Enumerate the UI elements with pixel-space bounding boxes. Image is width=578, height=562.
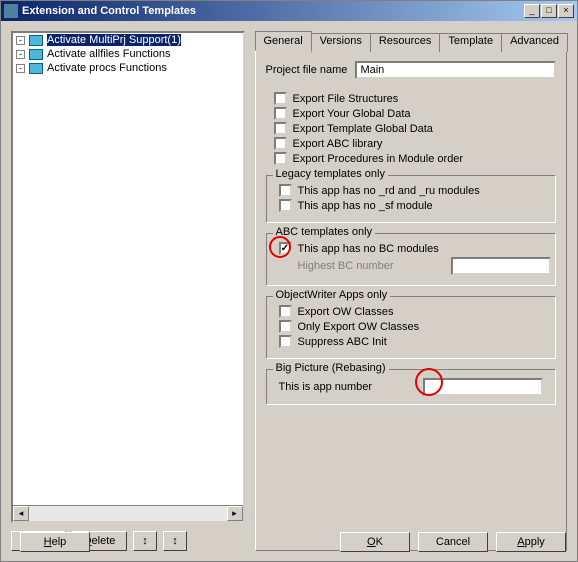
export-template-global-checkbox[interactable] <box>274 122 287 135</box>
template-tree[interactable]: - Activate MultiPrj Support(1) - Activat… <box>11 31 245 523</box>
tab-panel-general: Project file name Export File Structures… <box>255 51 568 551</box>
maximize-button[interactable]: □ <box>541 4 557 18</box>
checkbox-label: Suppress ABC Init <box>298 336 387 348</box>
checkbox-label: This app has no _sf module <box>298 200 433 212</box>
template-icon <box>29 63 43 74</box>
app-number-input[interactable] <box>423 378 543 396</box>
tree-item[interactable]: - Activate MultiPrj Support(1) <box>13 33 243 47</box>
legacy-legend: Legacy templates only <box>273 168 388 180</box>
objectwriter-fieldset: ObjectWriter Apps only Export OW Classes… <box>266 296 557 359</box>
abc-legend: ABC templates only <box>273 226 376 238</box>
project-file-label: Project file name <box>266 64 348 76</box>
scroll-right-button[interactable]: ▸ <box>227 506 243 521</box>
checkbox-label: Export OW Classes <box>298 306 394 318</box>
ok-button[interactable]: OK <box>340 532 410 552</box>
template-icon <box>29 35 43 46</box>
big-picture-legend: Big Picture (Rebasing) <box>273 362 389 374</box>
checkbox-label: Only Export OW Classes <box>298 321 420 333</box>
no-bc-modules-checkbox[interactable] <box>279 242 292 255</box>
dialog-window: Extension and Control Templates _ □ × - … <box>0 0 578 562</box>
titlebar-text: Extension and Control Templates <box>22 5 524 17</box>
abc-fieldset: ABC templates only This app has no BC mo… <box>266 233 557 286</box>
checkbox-label: Export ABC library <box>293 138 383 150</box>
tab-resources[interactable]: Resources <box>370 33 441 52</box>
scroll-left-button[interactable]: ◂ <box>13 506 29 521</box>
checkbox-label: Export Template Global Data <box>293 123 433 135</box>
expand-icon[interactable]: - <box>16 50 25 59</box>
highest-bc-input <box>451 257 551 275</box>
help-button[interactable]: Help <box>20 532 90 552</box>
expand-icon[interactable]: - <box>16 36 25 45</box>
tree-item-label: Activate allfiles Functions <box>47 48 171 60</box>
highest-bc-label: Highest BC number <box>298 260 394 272</box>
export-global-data-checkbox[interactable] <box>274 107 287 120</box>
titlebar: Extension and Control Templates _ □ × <box>1 1 577 21</box>
tree-item[interactable]: - Activate procs Functions <box>13 61 243 75</box>
horizontal-scrollbar[interactable]: ◂ ▸ <box>13 505 243 521</box>
close-button[interactable]: × <box>558 4 574 18</box>
big-picture-fieldset: Big Picture (Rebasing) This is app numbe… <box>266 369 557 405</box>
tree-item[interactable]: - Activate allfiles Functions <box>13 47 243 61</box>
apply-button[interactable]: Apply <box>496 532 566 552</box>
expand-icon[interactable]: - <box>16 64 25 73</box>
tree-item-label: Activate procs Functions <box>47 62 167 74</box>
legacy-fieldset: Legacy templates only This app has no _r… <box>266 175 557 223</box>
checkbox-label: This app has no BC modules <box>298 243 439 255</box>
tab-template[interactable]: Template <box>439 33 502 52</box>
checkbox-label: Export File Structures <box>293 93 399 105</box>
no-sf-checkbox[interactable] <box>279 199 292 212</box>
export-procedures-checkbox[interactable] <box>274 152 287 165</box>
suppress-abc-checkbox[interactable] <box>279 335 292 348</box>
tab-versions[interactable]: Versions <box>311 33 371 52</box>
app-number-label: This is app number <box>279 381 373 393</box>
checkbox-label: This app has no _rd and _ru modules <box>298 185 480 197</box>
ow-legend: ObjectWriter Apps only <box>273 289 391 301</box>
export-abc-library-checkbox[interactable] <box>274 137 287 150</box>
only-ow-checkbox[interactable] <box>279 320 292 333</box>
tab-advanced[interactable]: Advanced <box>501 33 568 52</box>
app-icon <box>4 4 18 18</box>
minimize-button[interactable]: _ <box>524 4 540 18</box>
tree-item-label: Activate MultiPrj Support(1) <box>47 34 181 46</box>
export-file-structures-checkbox[interactable] <box>274 92 287 105</box>
checkbox-label: Export Your Global Data <box>293 108 411 120</box>
export-ow-checkbox[interactable] <box>279 305 292 318</box>
checkbox-label: Export Procedures in Module order <box>293 153 464 165</box>
tab-general[interactable]: General <box>255 31 312 51</box>
template-icon <box>29 49 43 60</box>
tab-strip: General Versions Resources Template Adva… <box>255 31 568 51</box>
no-rd-ru-checkbox[interactable] <box>279 184 292 197</box>
project-file-input[interactable] <box>355 61 556 79</box>
cancel-button[interactable]: Cancel <box>418 532 488 552</box>
